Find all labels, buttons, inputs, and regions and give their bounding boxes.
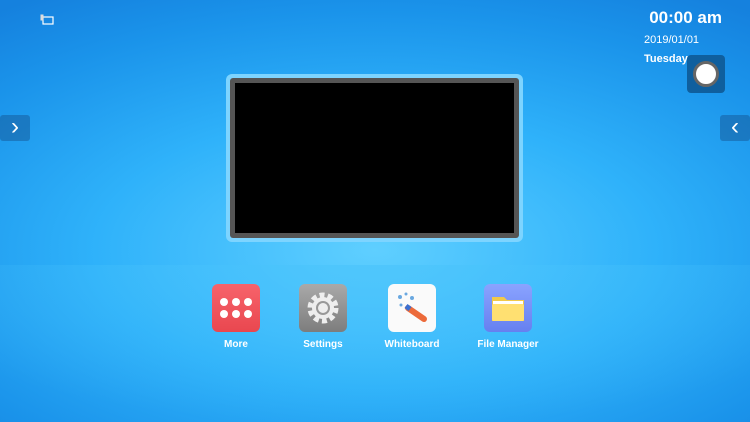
right-sidebar-toggle[interactable]: ‹: [720, 115, 750, 141]
chevron-left-icon: ‹: [731, 113, 739, 140]
network-icon: [40, 14, 54, 25]
left-sidebar-toggle[interactable]: ›: [0, 115, 30, 141]
clock-time: 00:00 am: [649, 8, 722, 27]
gear-icon: [299, 284, 347, 332]
app-label: More: [224, 339, 248, 350]
clock-date: 2019/01/01: [644, 34, 700, 46]
app-label: Settings: [303, 339, 343, 350]
app-file-manager[interactable]: File Manager: [458, 284, 558, 350]
app-settings[interactable]: Settings: [273, 284, 373, 350]
app-label: File Manager: [477, 339, 539, 350]
folder-icon: [484, 284, 532, 332]
app-label: Whiteboard: [384, 339, 440, 350]
whiteboard-icon: [388, 284, 436, 332]
more-icon: [212, 284, 260, 332]
floating-menu-button[interactable]: [687, 55, 725, 93]
circle-icon: [693, 61, 719, 87]
signal-preview-window[interactable]: [226, 74, 523, 242]
app-whiteboard[interactable]: Whiteboard: [362, 284, 462, 350]
app-more[interactable]: More: [186, 284, 286, 350]
clock-day: Tuesday: [644, 53, 688, 65]
chevron-right-icon: ›: [11, 113, 19, 140]
